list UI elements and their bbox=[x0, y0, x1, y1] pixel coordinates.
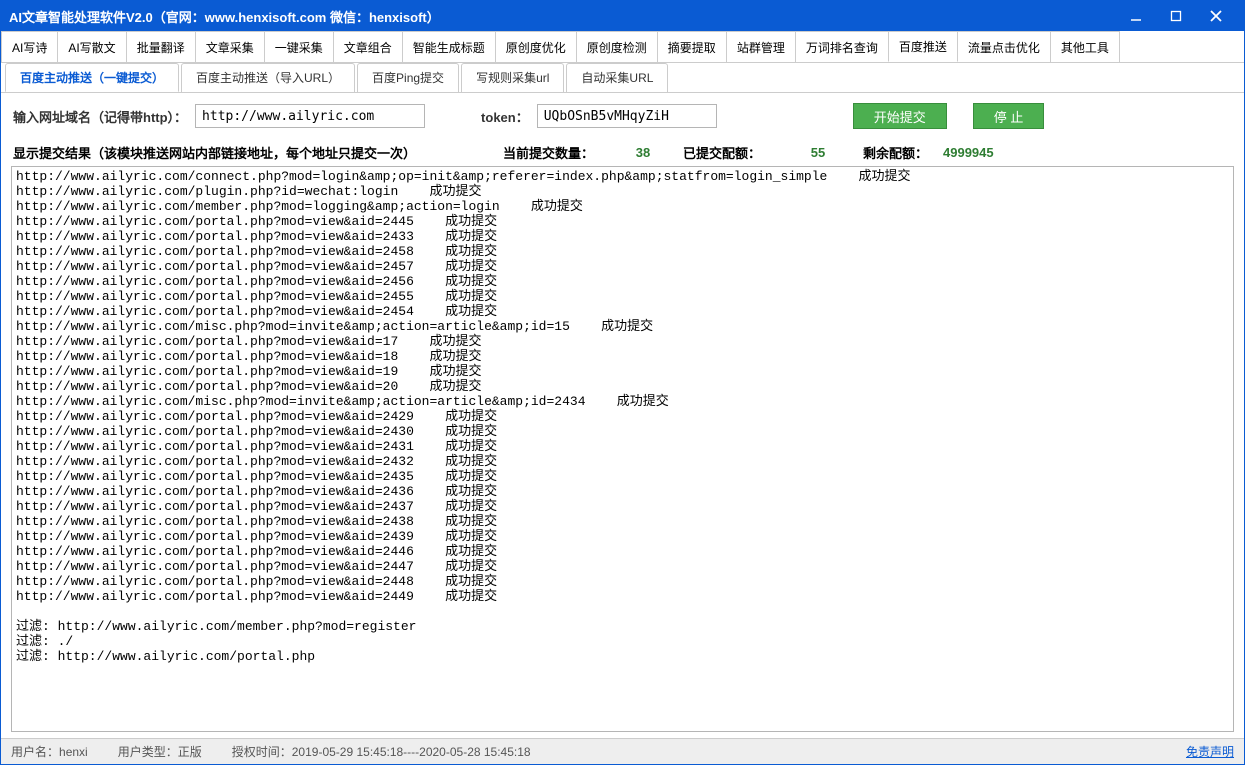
status-bar: 用户名： henxi 用户类型： 正版 授权时间： 2019-05-29 15:… bbox=[1, 738, 1244, 764]
close-button[interactable] bbox=[1196, 4, 1236, 28]
user-type-label: 用户类型： bbox=[118, 743, 178, 760]
user-value: henxi bbox=[59, 745, 88, 759]
main-tab-1[interactable]: AI写散文 bbox=[57, 31, 126, 62]
main-tab-11[interactable]: 万词排名查询 bbox=[795, 31, 889, 62]
current-count-label: 当前提交数量： bbox=[503, 143, 603, 162]
current-count-value: 38 bbox=[603, 145, 683, 160]
main-tab-14[interactable]: 其他工具 bbox=[1050, 31, 1120, 62]
main-tab-10[interactable]: 站群管理 bbox=[726, 31, 796, 62]
main-tab-12[interactable]: 百度推送 bbox=[888, 31, 958, 62]
sub-tab-0[interactable]: 百度主动推送（一键提交） bbox=[5, 63, 179, 92]
user-type-value: 正版 bbox=[178, 743, 202, 760]
sub-tab-3[interactable]: 写规则采集url bbox=[461, 63, 564, 92]
auth-time-label: 授权时间： bbox=[232, 743, 292, 760]
main-tab-13[interactable]: 流量点击优化 bbox=[957, 31, 1051, 62]
main-tab-4[interactable]: 一键采集 bbox=[264, 31, 334, 62]
token-label: token： bbox=[481, 107, 529, 126]
main-tab-3[interactable]: 文章采集 bbox=[195, 31, 265, 62]
remaining-quota-label: 剩余配额： bbox=[863, 143, 943, 162]
main-tab-8[interactable]: 原创度检测 bbox=[576, 31, 658, 62]
main-tab-7[interactable]: 原创度优化 bbox=[495, 31, 577, 62]
domain-label: 输入网址域名（记得带http）： bbox=[13, 107, 187, 126]
auth-time-value: 2019-05-29 15:45:18----2020-05-28 15:45:… bbox=[292, 745, 531, 759]
sub-tab-4[interactable]: 自动采集URL bbox=[566, 63, 668, 92]
domain-input[interactable] bbox=[195, 104, 425, 128]
main-tab-9[interactable]: 摘要提取 bbox=[657, 31, 727, 62]
user-label: 用户名： bbox=[11, 743, 59, 760]
main-tab-2[interactable]: 批量翻译 bbox=[126, 31, 196, 62]
sub-tabs: 百度主动推送（一键提交）百度主动推送（导入URL）百度Ping提交写规则采集ur… bbox=[1, 63, 1244, 93]
result-textarea[interactable]: http://www.ailyric.com/connect.php?mod=l… bbox=[11, 166, 1234, 732]
main-tabs: AI写诗AI写散文批量翻译文章采集一键采集文章组合智能生成标题原创度优化原创度检… bbox=[1, 31, 1244, 63]
token-input[interactable] bbox=[537, 104, 717, 128]
window-title: AI文章智能处理软件V2.0（官网：www.henxisoft.com 微信：h… bbox=[9, 7, 440, 26]
minimize-button[interactable] bbox=[1116, 4, 1156, 28]
start-button[interactable]: 开始提交 bbox=[853, 103, 947, 129]
input-row: 输入网址域名（记得带http）： token： 开始提交 停 止 bbox=[1, 93, 1244, 139]
sub-tab-2[interactable]: 百度Ping提交 bbox=[357, 63, 459, 92]
remaining-quota-value: 4999945 bbox=[943, 145, 1033, 160]
submitted-quota-label: 已提交配额： bbox=[683, 143, 773, 162]
stop-button[interactable]: 停 止 bbox=[973, 103, 1045, 129]
title-bar: AI文章智能处理软件V2.0（官网：www.henxisoft.com 微信：h… bbox=[1, 1, 1244, 31]
submitted-quota-value: 55 bbox=[773, 145, 863, 160]
disclaimer-link[interactable]: 免责声明 bbox=[1186, 743, 1234, 760]
maximize-button[interactable] bbox=[1156, 4, 1196, 28]
sub-tab-1[interactable]: 百度主动推送（导入URL） bbox=[181, 63, 355, 92]
main-tab-0[interactable]: AI写诗 bbox=[1, 31, 58, 62]
main-tab-6[interactable]: 智能生成标题 bbox=[402, 31, 496, 62]
main-tab-5[interactable]: 文章组合 bbox=[333, 31, 403, 62]
result-label: 显示提交结果（该模块推送网站内部链接地址，每个地址只提交一次） bbox=[13, 143, 503, 162]
stats-row: 显示提交结果（该模块推送网站内部链接地址，每个地址只提交一次） 当前提交数量： … bbox=[1, 139, 1244, 164]
